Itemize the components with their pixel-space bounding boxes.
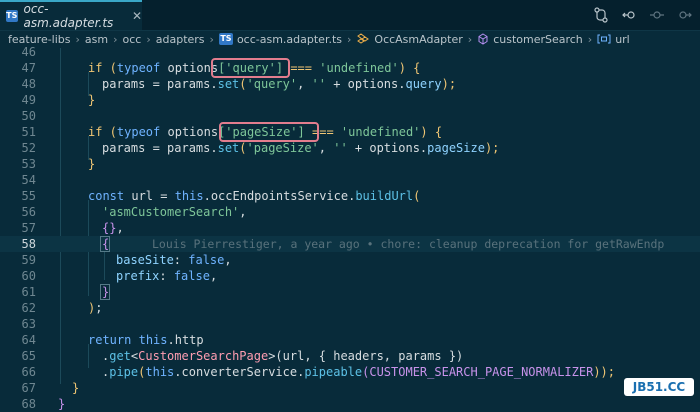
tab-label: occ-asm.adapter.ts — [24, 2, 118, 30]
code-line: 50 — [0, 108, 700, 124]
code-line: 55 const url = this.occEndpointsService.… — [0, 188, 700, 204]
code-line: 56 'asmCustomerSearch', — [0, 204, 700, 220]
git-blame-annotation: Louis Pierrestiger, a year ago • chore: … — [152, 236, 664, 252]
tab-occ-asm-adapter[interactable]: TS occ-asm.adapter.ts ✕ — [0, 0, 142, 30]
code-line: 49 } — [0, 92, 700, 108]
code-line: 54 — [0, 172, 700, 188]
code-line: 63 — [0, 316, 700, 332]
editor-actions — [592, 6, 694, 24]
go-forward-icon[interactable] — [676, 6, 694, 24]
close-icon[interactable]: ✕ — [132, 9, 142, 23]
code-line: 65 .get<CustomerSearchPage>(url, { heade… — [0, 348, 700, 364]
source-control-compare-icon[interactable] — [592, 6, 610, 24]
code-line: 59 baseSite: false, — [0, 252, 700, 268]
code-line: 46 — [0, 44, 700, 60]
watermark-logo: JB51.CC — [624, 378, 694, 396]
go-back-icon[interactable] — [620, 6, 638, 24]
code-line: 66 .pipe(this.converterService.pipeable(… — [0, 364, 700, 380]
typescript-file-icon: TS — [6, 10, 18, 22]
commit-dot-icon[interactable] — [648, 6, 666, 24]
code-line: 53 } — [0, 156, 700, 172]
code-line: 67 } — [0, 380, 700, 396]
code-line: 64 return this.http — [0, 332, 700, 348]
code-line: 62 ); — [0, 300, 700, 316]
code-line: 52 params = params.set('pageSize', '' + … — [0, 140, 700, 156]
highlight-box — [219, 122, 319, 142]
code-line: 57 {}, — [0, 220, 700, 236]
bracket-match-box — [100, 284, 110, 300]
bracket-match-box — [100, 236, 110, 252]
code-line: 47 if (typeof options['query'] === 'unde… — [0, 60, 700, 76]
editor-tab-bar: TS occ-asm.adapter.ts ✕ — [0, 0, 700, 31]
code-line: 60 prefix: false, — [0, 268, 700, 284]
highlight-box — [211, 58, 290, 78]
code-line: 48 params = params.set('query', '' + opt… — [0, 76, 700, 92]
code-line: 51 if (typeof options['pageSize'] === 'u… — [0, 124, 700, 140]
code-line: 68 } — [0, 396, 700, 412]
code-editor[interactable]: 46 47 if (typeof options['query'] === 'u… — [0, 48, 700, 400]
